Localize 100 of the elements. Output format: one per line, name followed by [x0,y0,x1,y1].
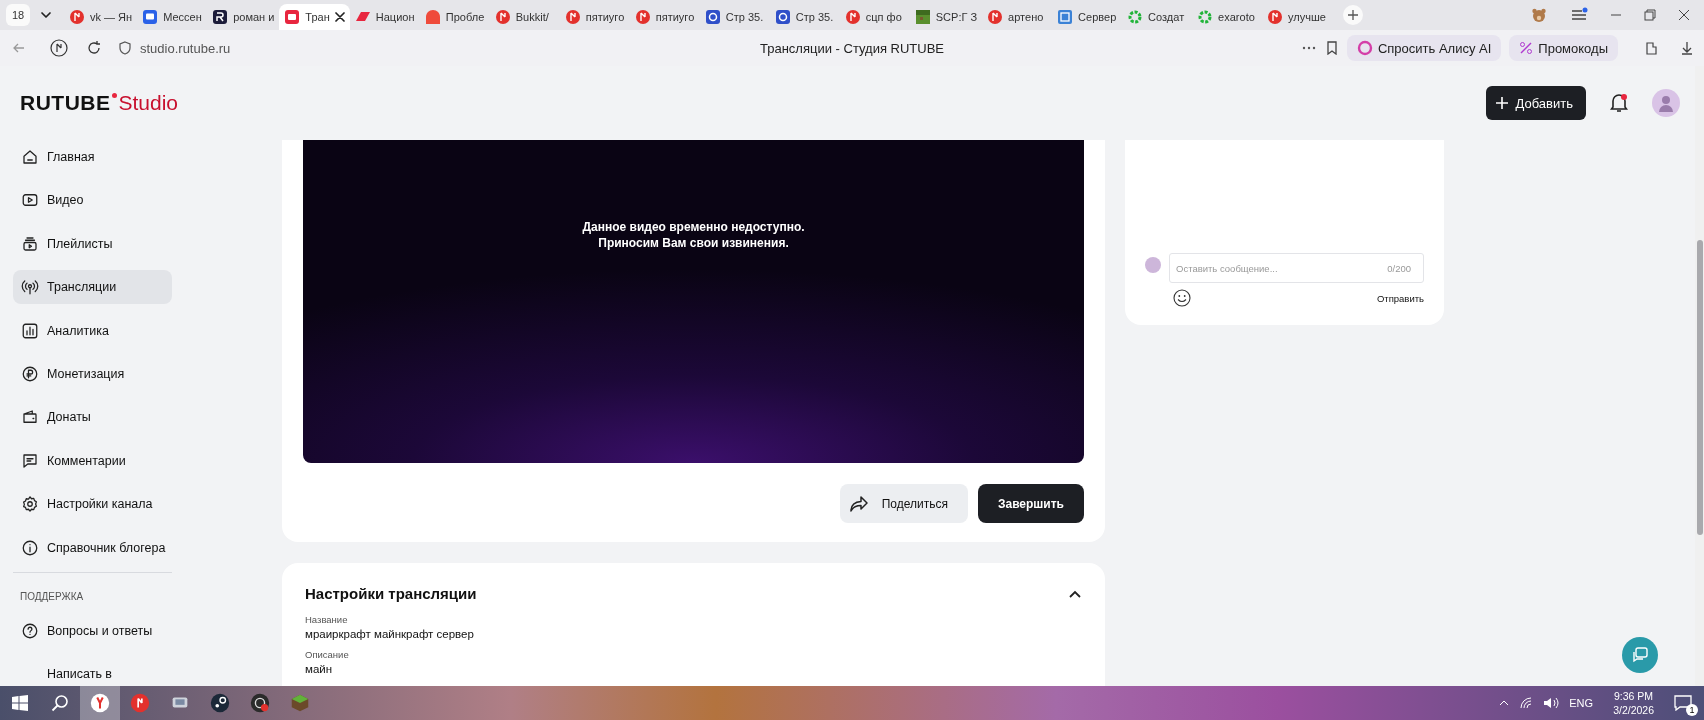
search-icon [51,694,69,712]
site-icon [634,9,651,25]
chart-icon [21,321,39,340]
chevron-up-icon[interactable] [1499,698,1510,708]
browser-tab[interactable]: Мессен [137,4,208,30]
site-icon [1267,9,1284,25]
sidebar-item[interactable]: Аналитика [13,313,172,348]
sidebar-item[interactable]: Справочник блогера [13,530,172,565]
restore-icon[interactable] [1644,9,1656,21]
ruble-icon [21,364,39,383]
browser-tab[interactable]: пятиуго [559,4,630,30]
sidebar-item[interactable]: Вопросы и ответы [13,613,172,648]
section-heading: ПОДДЕРЖКА [20,590,84,602]
bear-icon[interactable] [1530,6,1548,24]
site-icon [844,9,861,25]
taskbar-app[interactable] [80,686,120,720]
browser-tab[interactable]: артено [982,4,1053,30]
bell-icon[interactable] [1610,93,1628,113]
plus-icon [1494,96,1509,110]
url-field[interactable]: studio.rutube.ru [140,40,231,56]
avatar[interactable] [1652,89,1680,117]
user-avatar [1145,257,1161,273]
add-button[interactable]: Добавить [1485,86,1586,120]
sidebar-item[interactable]: Настройки канала [13,487,172,522]
sidebar-item[interactable]: Главная [13,140,172,174]
bookmark-icon[interactable] [1324,41,1339,55]
tab-counter[interactable]: 18 [6,4,30,26]
promo-button[interactable]: Промокоды [1509,35,1618,61]
finish-button[interactable]: Завершить [977,484,1084,523]
site-icon [284,9,301,25]
browser-tab[interactable]: exaroto [1192,4,1263,30]
comment-icon [21,451,39,470]
site-icon [704,9,721,25]
char-counter: 0/200 [1387,262,1411,274]
browser-tab[interactable]: сцп фо [839,4,910,30]
emoji-icon[interactable] [1173,289,1191,307]
browser-tab[interactable]: Bukkit/ [489,4,560,30]
logo[interactable]: RUTUBE Studio [20,91,179,115]
sidebar-item[interactable]: Написать в [13,657,172,686]
site-icon [914,9,931,25]
browser-tab[interactable]: Создат [1122,4,1193,30]
sidebar-item[interactable]: Монетизация [13,356,172,391]
figure-icon [1657,94,1675,112]
yandex-icon [129,692,151,714]
reload-icon[interactable] [86,40,102,56]
help-icon [21,621,39,640]
browser-tab[interactable]: Сервер [1052,4,1123,30]
video-player[interactable]: Данное видео временно недоступно. Приносим Вам свои извинения. [303,140,1084,463]
page-title: Трансляции - Студия RUTUBE [760,40,944,56]
sidebar-item[interactable]: Донаты [13,400,172,435]
browser-tab[interactable]: SCP:Г З [909,4,983,30]
field-label: Описание [305,649,349,660]
sidebar-item[interactable]: Плейлисты [13,226,172,261]
browser-tab[interactable]: Национ [349,4,420,30]
wifi-icon[interactable] [1519,696,1534,710]
percent-icon [1519,41,1534,55]
share-button[interactable]: Поделиться [839,484,968,523]
message-icon [1674,695,1692,711]
browser-tab[interactable]: Стр 35. [769,4,840,30]
browser-tab[interactable]: Пробле [419,4,490,30]
volume-icon[interactable] [1543,696,1560,710]
steam-icon [209,692,231,714]
support-chat-button[interactable] [1622,637,1658,673]
send-button[interactable]: Отправить [1376,292,1424,304]
site-icon [1127,9,1144,25]
field-value: мраиркрафт майнкрафт сервер [305,628,474,640]
sidebar-item[interactable]: Видео [13,183,172,218]
browser-tab[interactable]: роман и [207,4,280,30]
browser-tab[interactable]: Стр 35. [699,4,770,30]
site-icon [69,9,85,25]
chevron-down-icon[interactable] [40,9,52,21]
shield-icon [118,41,132,55]
close-icon[interactable] [334,12,345,22]
chat-icon [1631,646,1649,664]
unavailable-message: Данное видео временно недоступно. [582,220,805,234]
sidebar-item[interactable]: Комментарии [13,443,172,478]
settings-icon [21,495,39,514]
field-label: Название [305,614,348,625]
language-indicator[interactable]: ENG [1569,697,1594,709]
download-icon[interactable] [1680,41,1694,55]
browser-tab[interactable]: vk — Ян [64,4,138,30]
yandex-icon[interactable] [50,39,68,57]
scrollbar-thumb[interactable] [1697,240,1703,535]
notifications-button[interactable]: 1 [1674,692,1696,714]
cube-icon [289,692,311,714]
site-icon [774,9,791,25]
new-tab-icon[interactable] [1342,4,1365,26]
site-icon [1057,9,1074,25]
browser-tab[interactable]: пятиуго [629,4,700,30]
browser-tab[interactable]: Тран [279,4,350,30]
field-value: майн [305,663,333,675]
ask-alice-button[interactable]: Спросить Алису AI [1346,35,1502,61]
browser-tab[interactable]: улучше [1262,4,1333,30]
windows-icon [11,694,29,712]
unavailable-message: Приносим Вам свои извинения. [598,236,789,250]
clock[interactable]: 9:36 PM 3/2/2026 [1613,689,1654,717]
site-icon [1197,9,1214,25]
close-icon[interactable] [1678,9,1690,21]
extensions-icon[interactable] [1644,40,1660,56]
sidebar-item[interactable]: Трансляции [13,270,172,305]
